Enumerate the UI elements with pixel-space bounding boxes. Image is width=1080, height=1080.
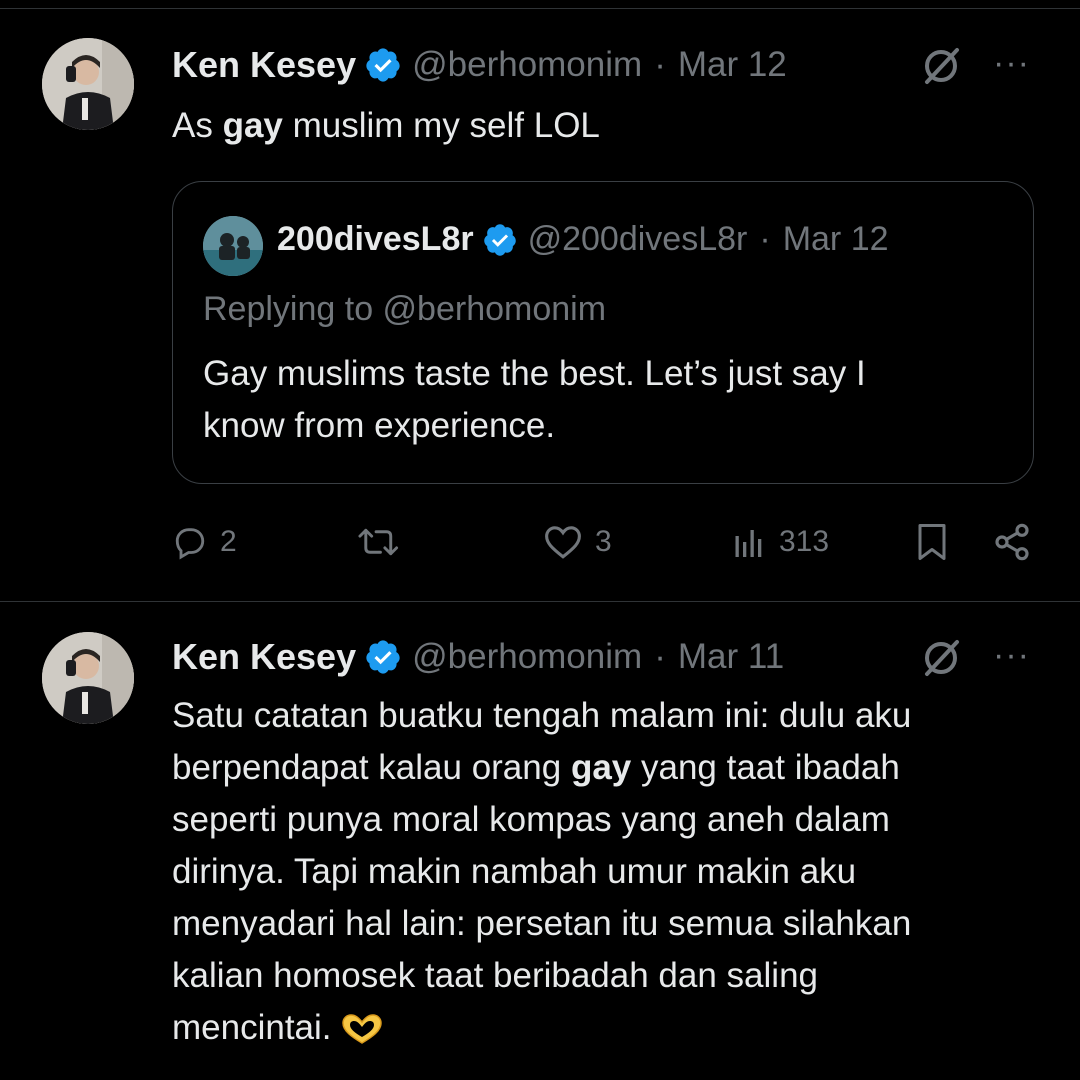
- quoted-tweet[interactable]: 200divesL8r @200divesL8r · Mar 12 Replyi…: [172, 181, 1034, 484]
- bookmark-button[interactable]: [914, 522, 950, 562]
- quoted-author-name[interactable]: 200divesL8r: [277, 220, 474, 259]
- grok-icon[interactable]: [919, 44, 963, 88]
- avatar[interactable]: [42, 632, 134, 724]
- view-count: 313: [779, 525, 830, 558]
- quoted-header: 200divesL8r @200divesL8r · Mar 12: [277, 220, 889, 259]
- share-button[interactable]: [992, 522, 1032, 562]
- verified-badge-icon: [366, 640, 400, 674]
- quoted-avatar[interactable]: [203, 216, 263, 276]
- more-options-icon[interactable]: ···: [993, 44, 1030, 83]
- author-name[interactable]: Ken Kesey: [172, 44, 356, 86]
- retweet-button[interactable]: [357, 524, 401, 560]
- views-button[interactable]: 313: [731, 524, 829, 560]
- like-count: 3: [595, 525, 612, 558]
- tweet-text: Satu catatan buatku tengah malam ini: du…: [172, 696, 912, 1047]
- verified-badge-icon: [366, 48, 400, 82]
- quoted-text: Gay muslims taste the best. Let’s just s…: [203, 354, 866, 445]
- tweet-date[interactable]: Mar 11: [678, 637, 784, 677]
- tweet[interactable]: Ken Kesey @berhomonim · Mar 12 ··· As ga…: [0, 0, 1080, 600]
- replying-to[interactable]: Replying to @berhomonim: [203, 290, 606, 329]
- author-handle[interactable]: @berhomonim: [412, 637, 642, 677]
- grok-icon[interactable]: [919, 636, 963, 680]
- bookmark-icon: [918, 524, 946, 560]
- action-bar: 2 3 313: [0, 520, 1080, 570]
- share-icon: [995, 523, 1029, 561]
- reply-button[interactable]: 2: [172, 524, 237, 560]
- quoted-date[interactable]: Mar 12: [783, 220, 889, 259]
- author-handle[interactable]: @berhomonim: [412, 45, 642, 85]
- retweet-icon: [358, 528, 399, 556]
- more-options-icon[interactable]: ···: [993, 636, 1030, 675]
- heart-icon: [545, 526, 581, 559]
- tweet-header: Ken Kesey @berhomonim · Mar 12: [172, 44, 787, 86]
- tweet-date[interactable]: Mar 12: [678, 45, 787, 85]
- separator-dot: ·: [654, 45, 666, 84]
- tweet-text: As gay muslim my self LOL: [172, 106, 600, 145]
- reply-icon: [175, 528, 205, 560]
- author-name[interactable]: Ken Kesey: [172, 636, 356, 678]
- verified-badge-icon: [483, 223, 516, 256]
- separator-dot: ·: [759, 220, 771, 258]
- heart-hands-emoji-icon: [341, 1013, 382, 1044]
- quoted-author-handle[interactable]: @200divesL8r: [528, 220, 748, 259]
- separator-dot: ·: [654, 637, 666, 676]
- avatar[interactable]: [42, 38, 134, 130]
- reply-count: 2: [220, 525, 237, 558]
- tweet[interactable]: Ken Kesey @berhomonim · Mar 11 ··· Satu …: [0, 602, 1080, 1080]
- tweet-header: Ken Kesey @berhomonim · Mar 11: [172, 636, 784, 678]
- like-button[interactable]: 3: [543, 524, 612, 560]
- views-icon: [735, 530, 762, 557]
